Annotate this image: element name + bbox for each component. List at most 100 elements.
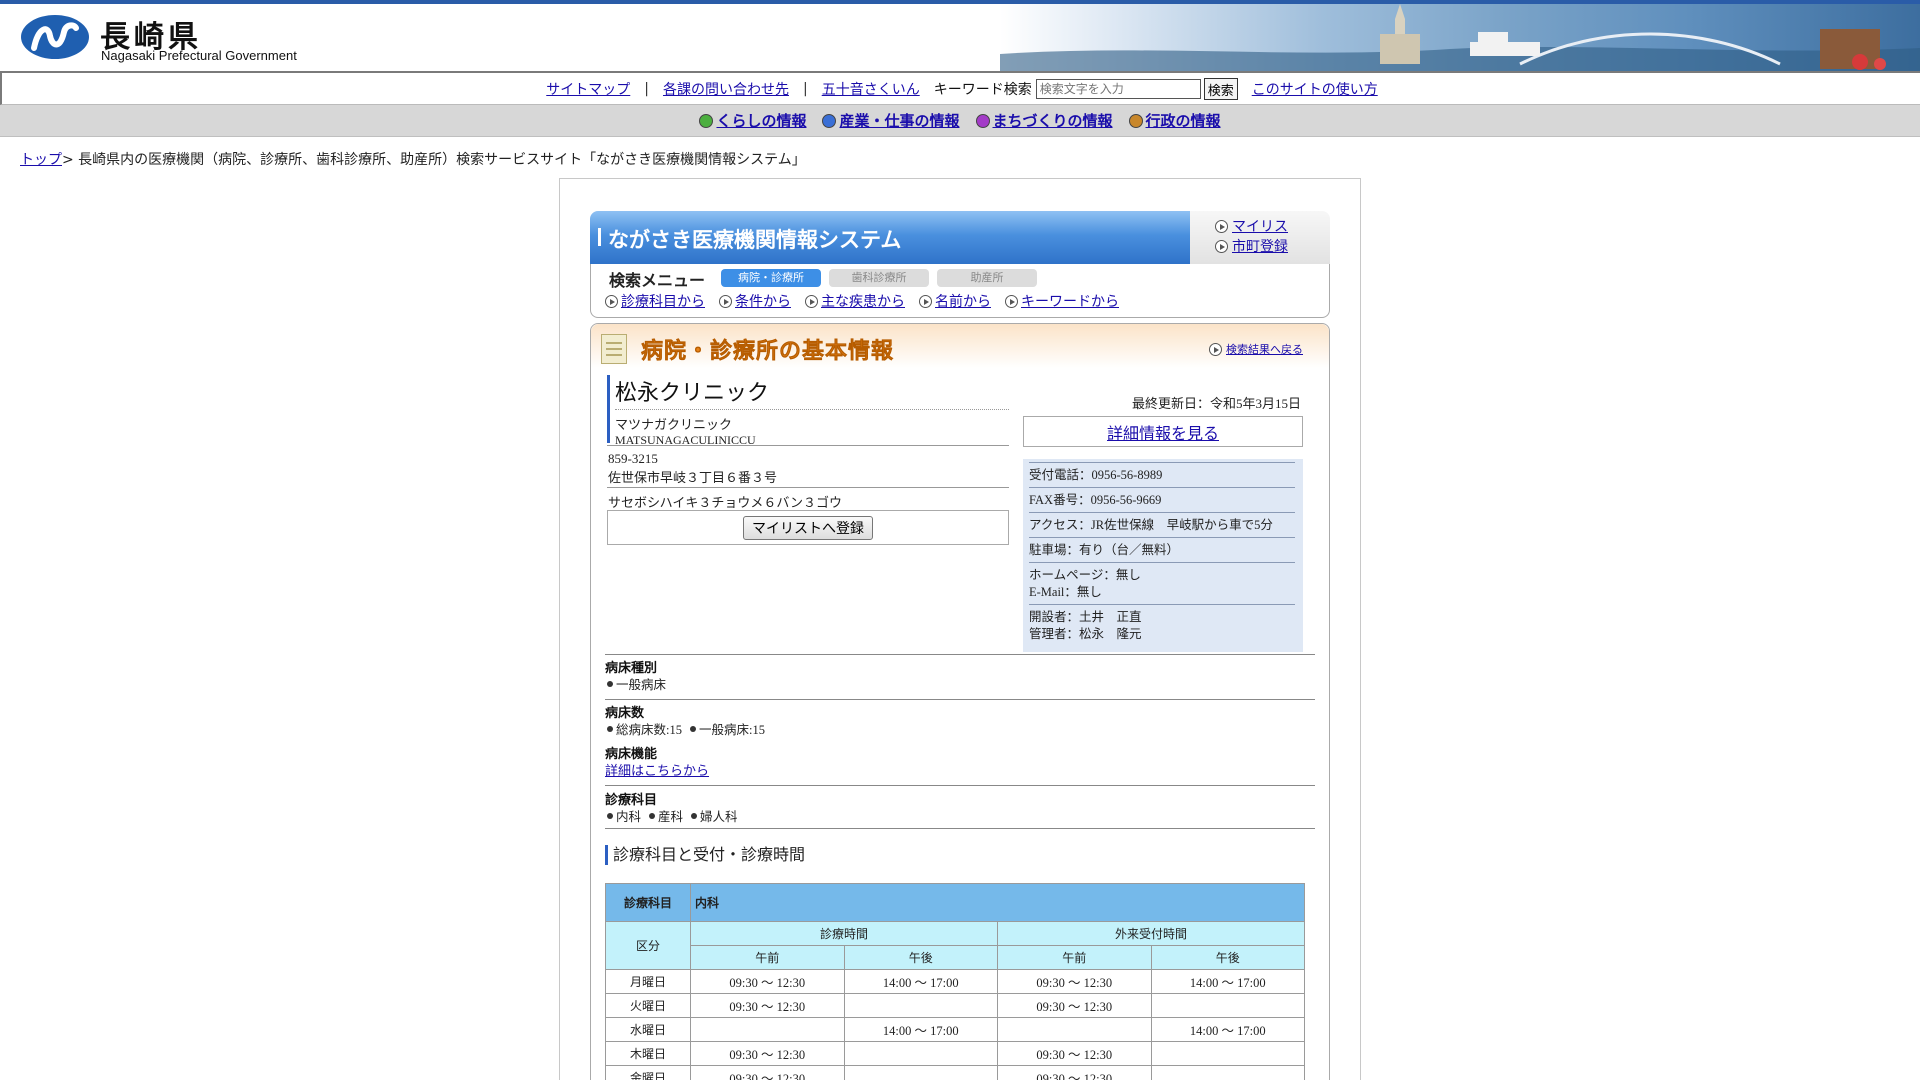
bed-count-list: 総病床数:15 一般病床:15 <box>607 719 765 738</box>
time-cell: 09:30 ～ 12:30 <box>690 969 845 994</box>
day-cell: 木曜日 <box>605 1041 691 1066</box>
day-cell: 水曜日 <box>605 1017 691 1042</box>
header-banner-photo <box>1000 4 1920 71</box>
category-admin[interactable]: 行政の情報 <box>1128 110 1221 131</box>
time-cell: 14:00 ～ 17:00 <box>1150 969 1305 994</box>
clinic-name: 松永クリニック <box>615 375 1009 410</box>
divider <box>1029 512 1295 513</box>
add-to-mylist-button[interactable]: マイリストへ登録 <box>743 515 873 540</box>
basic-info-title-bar: 病院・診療所の基本情報 検索結果へ戻る <box>591 324 1329 368</box>
category-nav: くらしの情報 産業・仕事の情報 まちづくりの情報 行政の情報 <box>0 105 1920 137</box>
pm-header: 午後 <box>1150 945 1305 970</box>
system-title: ながさき医療機関情報システム <box>597 224 901 254</box>
table-row: 金曜日 09:30 ～ 12:30 09:30 ～ 12:30 <box>605 1065 1305 1080</box>
divider <box>605 699 1315 700</box>
bed-count-item: 総病床数:15 <box>607 719 682 738</box>
access: アクセス：JR佐世保線 早岐駅から車で5分 <box>1029 518 1273 532</box>
time-cell <box>843 993 998 1018</box>
arrow-circle-icon <box>1209 342 1222 356</box>
tab-dental-clinic[interactable]: 歯科診療所 <box>829 269 929 287</box>
time-cell <box>690 1017 845 1042</box>
category-label: まちづくりの情報 <box>992 112 1113 130</box>
arrow-circle-icon <box>1005 294 1018 308</box>
category-label: 行政の情報 <box>1145 112 1221 130</box>
search-button[interactable]: 検索 <box>1203 78 1238 100</box>
bed-function-detail-link[interactable]: 詳細はこちらから <box>605 760 709 779</box>
nagasaki-logo-icon[interactable] <box>20 14 90 60</box>
parking: 駐車場：有り（台／無料） <box>1029 543 1180 557</box>
system-side-links: マイリス 市町登録 <box>1190 211 1330 264</box>
time-cell <box>843 1065 998 1080</box>
divider <box>1029 487 1295 488</box>
system-header: ながさき医療機関情報システム マイリス 市町登録 <box>590 211 1330 264</box>
site-header: 長崎県 Nagasaki Prefectural Government <box>0 4 1920 71</box>
detail-info-link[interactable]: 詳細情報を見る <box>1107 420 1219 444</box>
divider <box>605 654 1315 655</box>
category-label: 産業・仕事の情報 <box>839 112 960 130</box>
breadcrumb: トップ> 長崎県内の医療機関（病院、診療所、歯科診療所、助産所）検索サービスサイ… <box>20 149 806 169</box>
day-cell: 金曜日 <box>605 1065 691 1080</box>
consult-hours-header: 診療時間 <box>690 921 998 946</box>
globe-icon <box>975 113 990 128</box>
homepage: ホームページ：無し <box>1029 568 1141 582</box>
time-cell: 09:30 ～ 12:30 <box>690 1041 845 1066</box>
arrow-circle-icon <box>805 294 818 308</box>
bed-type-list: 一般病床 <box>607 674 666 693</box>
city-register-link[interactable]: 市町登録 <box>1215 236 1288 256</box>
detail-info-box: 詳細情報を見る <box>1023 416 1303 447</box>
hours-table: 診療科目 内科 区分 診療時間 外来受付時間 午前 午後 午前 午後 月曜日 0… <box>605 883 1305 1080</box>
table-row: 月曜日 09:30 ～ 12:30 14:00 ～ 17:00 09:30 ～ … <box>605 969 1305 994</box>
category-label: くらしの情報 <box>716 112 807 130</box>
search-input[interactable] <box>1035 79 1201 99</box>
logo-subtitle: Nagasaki Prefectural Government <box>101 48 297 63</box>
tab-hospital-clinic[interactable]: 病院・診療所 <box>721 269 821 287</box>
category-town[interactable]: まちづくりの情報 <box>975 110 1113 131</box>
clinic-name-kana: マツナガクリニック <box>615 417 733 432</box>
department-item: 婦人科 <box>691 806 738 825</box>
sitemap-link[interactable]: サイトマップ <box>546 79 630 99</box>
back-to-results-link[interactable]: 検索結果へ戻る <box>1209 341 1303 357</box>
category-industry[interactable]: 産業・仕事の情報 <box>822 110 960 131</box>
search-by-department-link[interactable]: 診療科目から <box>605 291 705 311</box>
bed-count-item: 一般病床:15 <box>690 719 765 738</box>
arrow-circle-icon <box>1215 239 1228 253</box>
divider <box>1029 604 1295 605</box>
tab-midwifery[interactable]: 助産所 <box>937 269 1037 287</box>
divider <box>605 828 1315 829</box>
divider <box>1029 537 1295 538</box>
breadcrumb-top-link[interactable]: トップ <box>20 152 62 168</box>
bed-type-item: 一般病床 <box>607 674 666 693</box>
email: E-Mail：無し <box>1029 585 1102 599</box>
howto-link[interactable]: このサイトの使い方 <box>1252 79 1378 99</box>
mylist-link[interactable]: マイリス <box>1215 216 1288 236</box>
divider <box>1029 562 1295 563</box>
address-block: 859-3215 佐世保市早岐３丁目６番３号 <box>608 451 1008 486</box>
department-item: 産科 <box>649 806 683 825</box>
category-living[interactable]: くらしの情報 <box>699 110 806 131</box>
search-by-condition-link[interactable]: 条件から <box>719 291 791 311</box>
link-label: 主な疾患から <box>821 294 905 310</box>
search-by-keyword-link[interactable]: キーワードから <box>1005 291 1119 311</box>
contact-link[interactable]: 各課の問い合わせ先 <box>663 79 789 99</box>
time-cell: 09:30 ～ 12:30 <box>997 969 1152 994</box>
search-by-name-link[interactable]: 名前から <box>919 291 991 311</box>
founder: 開設者：土井 正直 <box>1029 610 1142 624</box>
arrow-circle-icon <box>605 294 618 308</box>
index-link[interactable]: 五十音さくいん <box>822 79 920 99</box>
dept-value: 内科 <box>690 883 1305 922</box>
day-cell: 月曜日 <box>605 969 691 994</box>
table-row: 火曜日 09:30 ～ 12:30 09:30 ～ 12:30 <box>605 993 1305 1018</box>
manager: 管理者：松永 隆元 <box>1029 627 1142 641</box>
hours-section-title: 診療科目と受付・診療時間 <box>605 845 805 865</box>
am-header: 午前 <box>997 945 1152 970</box>
back-link-label: 検索結果へ戻る <box>1226 343 1303 356</box>
divider <box>607 487 1009 488</box>
system-title-bar: ながさき医療機関情報システム <box>590 211 1190 264</box>
nav-separator: | <box>644 81 649 97</box>
time-cell: 14:00 ～ 17:00 <box>843 969 998 994</box>
link-label: 名前から <box>935 294 991 310</box>
search-by-disease-link[interactable]: 主な疾患から <box>805 291 905 311</box>
breadcrumb-current: > 長崎県内の医療機関（病院、診療所、歯科診療所、助産所）検索サービスサイト「な… <box>62 152 806 168</box>
keyword-search-label: キーワード検索 <box>933 82 1032 98</box>
contact-info-box: 受付電話：0956-56-8989 FAX番号：0956-56-9669 アクセ… <box>1023 459 1303 652</box>
